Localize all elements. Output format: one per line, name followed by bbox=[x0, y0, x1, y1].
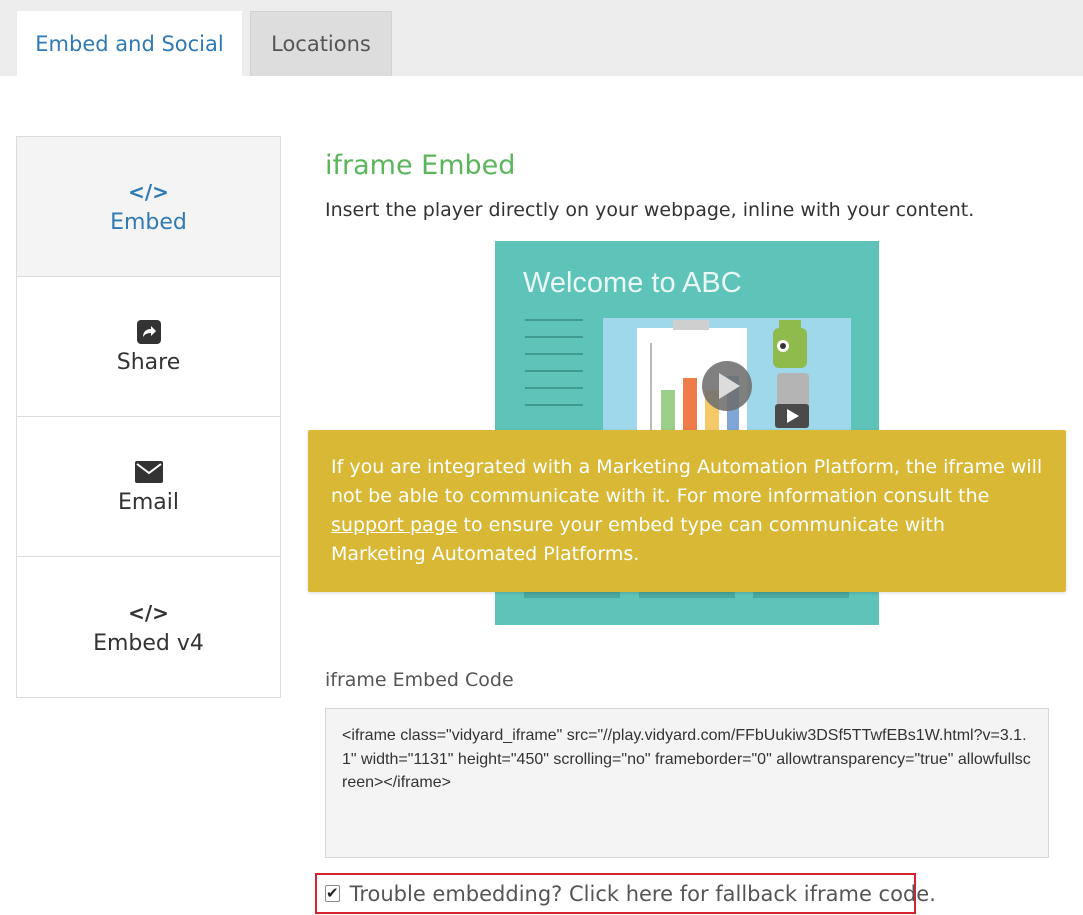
preview-text-line bbox=[525, 387, 583, 389]
embed-code-field[interactable]: <iframe class="vidyard_iframe" src="//pl… bbox=[325, 708, 1049, 858]
checkmark-icon: ✔ bbox=[326, 884, 339, 902]
preview-illustration bbox=[603, 318, 851, 438]
support-page-link[interactable]: support page bbox=[331, 514, 457, 536]
preview-text-line bbox=[525, 370, 583, 372]
tab-embed-and-social[interactable]: Embed and Social bbox=[17, 11, 242, 76]
sidebar-item-label: Embed bbox=[110, 210, 187, 235]
preview-text-line bbox=[525, 319, 583, 321]
code-icon: </> bbox=[128, 600, 169, 625]
sidebar-item-label: Embed v4 bbox=[93, 630, 204, 656]
sidebar-item-share[interactable]: Share bbox=[17, 277, 280, 417]
sidebar-nav: </> Embed Share Email </> Embed v4 bbox=[16, 136, 281, 698]
sidebar-item-embed-v4[interactable]: </> Embed v4 bbox=[17, 557, 280, 697]
integration-notice: If you are integrated with a Marketing A… bbox=[308, 430, 1066, 592]
fallback-checkbox[interactable]: ✔ bbox=[325, 885, 340, 902]
tab-bar: Embed and Social Locations bbox=[0, 0, 1083, 76]
envelope-icon bbox=[134, 458, 163, 486]
fallback-label: Trouble embedding? Click here for fallba… bbox=[349, 881, 936, 906]
preview-footer-bar bbox=[753, 591, 849, 598]
share-icon bbox=[136, 318, 161, 346]
notice-text: If you are integrated with a Marketing A… bbox=[331, 456, 1043, 507]
sidebar-item-embed[interactable]: </> Embed bbox=[17, 137, 280, 277]
preview-text-line bbox=[525, 336, 583, 338]
embed-code-label: iframe Embed Code bbox=[325, 669, 514, 691]
preview-title: Welcome to ABC bbox=[523, 267, 742, 299]
section-title: iframe Embed bbox=[325, 150, 516, 181]
tab-label: Locations bbox=[271, 32, 371, 56]
sidebar-item-email[interactable]: Email bbox=[17, 417, 280, 557]
sidebar-item-label: Share bbox=[116, 350, 181, 375]
sidebar-item-label: Email bbox=[117, 490, 180, 515]
tab-label: Embed and Social bbox=[35, 31, 224, 56]
section-description: Insert the player directly on your webpa… bbox=[325, 199, 975, 221]
code-icon: </> bbox=[128, 180, 169, 204]
preview-text-line bbox=[525, 404, 583, 406]
tab-locations[interactable]: Locations bbox=[250, 11, 392, 76]
preview-footer-bar bbox=[524, 591, 620, 598]
fallback-iframe-toggle[interactable]: ✔ Trouble embedding? Click here for fall… bbox=[315, 873, 936, 914]
preview-text-line bbox=[525, 353, 583, 355]
preview-footer-bar bbox=[639, 591, 735, 598]
